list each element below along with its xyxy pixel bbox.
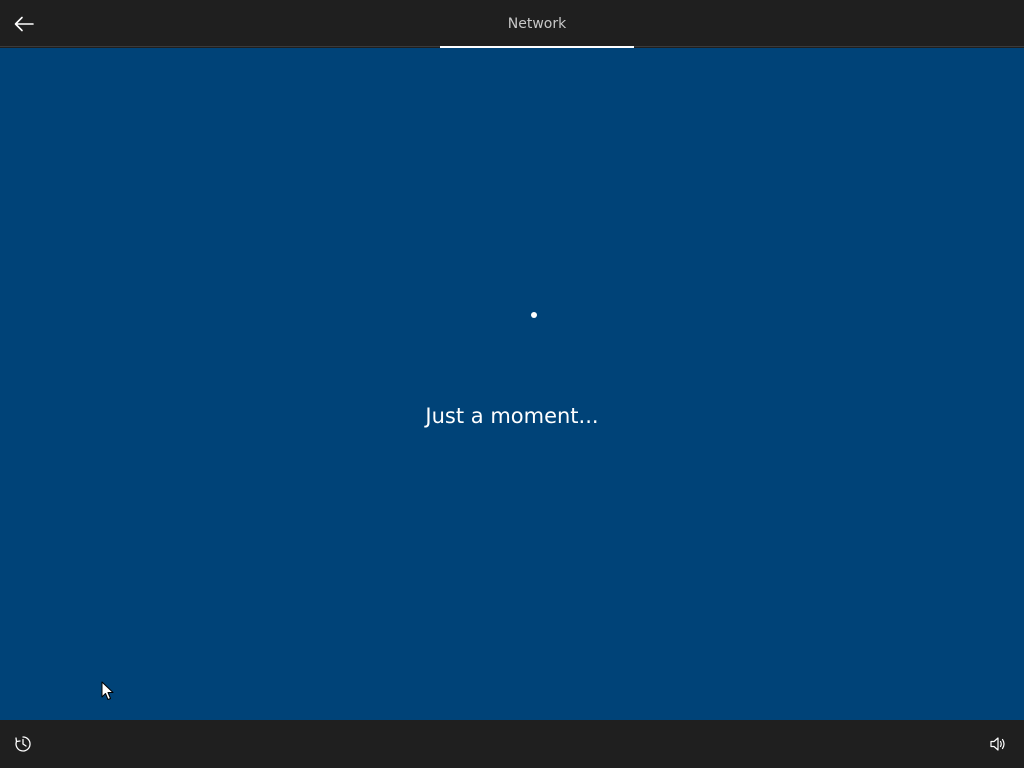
- mouse-cursor-icon: [101, 681, 114, 700]
- arrow-left-icon: [14, 16, 34, 32]
- bottom-bar: [0, 720, 1024, 768]
- volume-button[interactable]: [983, 729, 1013, 759]
- tab-network[interactable]: Network: [440, 0, 634, 48]
- status-message: Just a moment...: [425, 404, 599, 428]
- volume-icon: [990, 737, 1005, 751]
- main-content: [0, 48, 1024, 720]
- ease-of-access-button[interactable]: [8, 729, 38, 759]
- back-button[interactable]: [8, 8, 40, 40]
- tab-label: Network: [507, 15, 567, 32]
- loading-dot-icon: [531, 312, 537, 318]
- ease-of-access-icon: [15, 736, 31, 752]
